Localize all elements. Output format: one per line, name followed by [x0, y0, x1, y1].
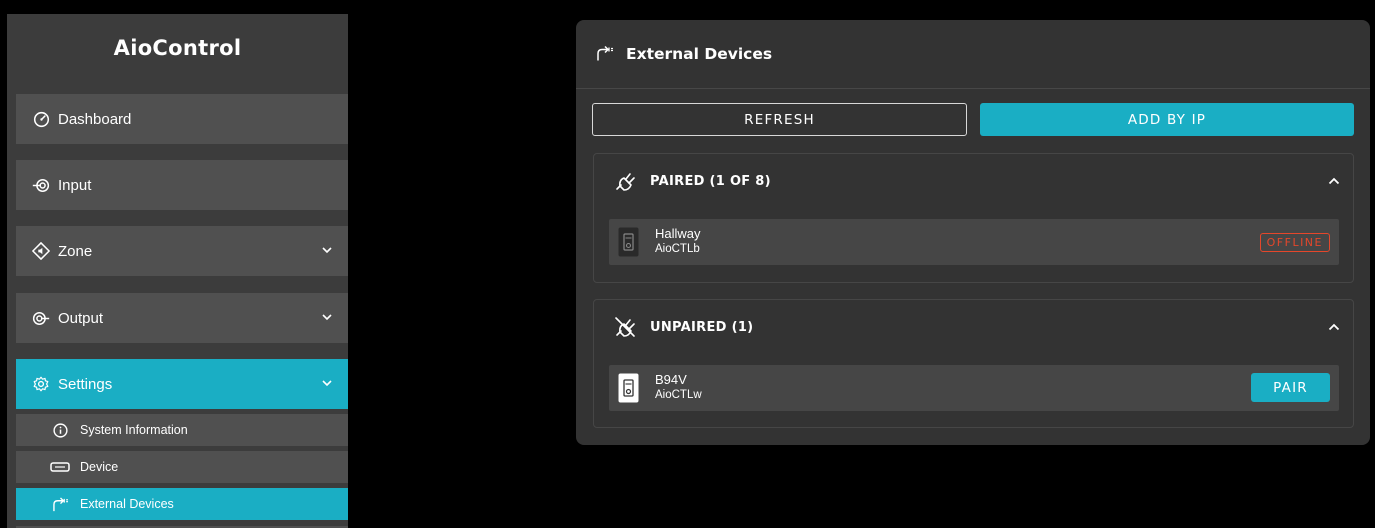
sidebar-subitem-label: External Devices	[80, 497, 174, 511]
output-icon	[32, 309, 50, 327]
plug-icon	[614, 170, 636, 192]
keypad-white-icon	[618, 373, 639, 403]
external-devices-panel: External Devices REFRESH ADD BY IP PAIRE…	[576, 20, 1370, 445]
paired-section-title: PAIRED (1 OF 8)	[650, 173, 771, 189]
speaker-icon	[32, 242, 50, 260]
device-row[interactable]: Hallway AioCTLb OFFLINE	[609, 219, 1339, 265]
chevron-up-icon[interactable]	[1327, 320, 1341, 334]
status-badge: OFFLINE	[1259, 233, 1330, 252]
gauge-icon	[32, 110, 50, 128]
device-row[interactable]: B94V AioCTLw PAIR	[609, 365, 1339, 411]
external-devices-icon	[596, 45, 614, 63]
sidebar-item-settings[interactable]: Settings	[16, 359, 348, 409]
chevron-down-icon	[320, 376, 334, 390]
paired-section-header[interactable]: PAIRED (1 OF 8)	[594, 154, 1353, 208]
sidebar: AioControl Dashboard Input Zone Output S…	[7, 14, 348, 528]
sidebar-item-label: Input	[58, 176, 92, 194]
paired-section: PAIRED (1 OF 8) Hallway AioCTLb OFFLINE	[593, 153, 1354, 283]
unpaired-section-title: UNPAIRED (1)	[650, 319, 754, 335]
unpaired-section: UNPAIRED (1) B94V AioCTLw PAIR	[593, 299, 1354, 428]
panel-header: External Devices	[576, 20, 1370, 88]
chevron-down-icon	[320, 243, 334, 257]
device-icon	[50, 459, 70, 475]
chevron-down-icon	[320, 310, 334, 324]
unpaired-section-header[interactable]: UNPAIRED (1)	[594, 300, 1353, 354]
sidebar-item-label: Settings	[58, 375, 113, 393]
device-model: AioCTLb	[655, 243, 700, 255]
sidebar-item-dashboard[interactable]: Dashboard	[16, 94, 348, 144]
sidebar-subitem-system-information[interactable]: System Information	[16, 414, 348, 446]
pair-button[interactable]: PAIR	[1251, 373, 1330, 402]
sidebar-subitem-label: Device	[80, 460, 119, 474]
device-name: Hallway	[655, 226, 701, 241]
sidebar-item-label: Zone	[58, 242, 93, 260]
sidebar-item-zone[interactable]: Zone	[16, 226, 348, 276]
input-icon	[32, 176, 50, 194]
sidebar-item-input[interactable]: Input	[16, 160, 348, 210]
plug-disconnected-icon	[614, 316, 636, 338]
chevron-up-icon[interactable]	[1327, 174, 1341, 188]
sidebar-item-label: Output	[58, 309, 104, 327]
device-model: AioCTLw	[655, 389, 702, 401]
sidebar-item-label: Dashboard	[58, 110, 132, 128]
keypad-dark-icon	[618, 227, 639, 257]
info-icon	[50, 422, 70, 438]
external-devices-icon	[50, 496, 70, 512]
page-title: External Devices	[626, 45, 773, 63]
brand-logo: AioControl	[113, 36, 242, 60]
sidebar-item-output[interactable]: Output	[16, 293, 348, 343]
gear-icon	[32, 375, 50, 393]
refresh-button[interactable]: REFRESH	[592, 103, 967, 136]
sidebar-subitem-device[interactable]: Device	[16, 451, 348, 483]
sidebar-subitem-external-devices[interactable]: External Devices	[16, 488, 348, 520]
sidebar-subitem-label: System Information	[80, 423, 188, 437]
device-name: B94V	[655, 372, 687, 387]
add-by-ip-button[interactable]: ADD BY IP	[980, 103, 1354, 136]
divider	[576, 88, 1370, 89]
